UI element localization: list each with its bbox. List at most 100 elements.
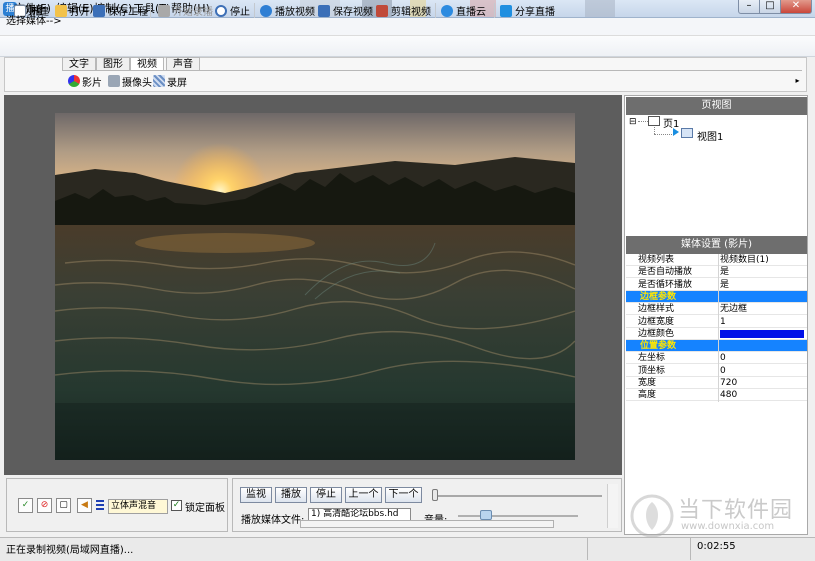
property-row[interactable]: 顶坐标 0	[626, 365, 807, 377]
property-key: 视频列表	[638, 255, 675, 265]
property-key: 顶坐标	[638, 365, 666, 376]
vertical-scrollbar[interactable]	[607, 484, 618, 528]
toolbar-separator	[435, 3, 436, 18]
property-value: 是	[720, 267, 730, 278]
tree-expander[interactable]: ⊟	[629, 117, 637, 127]
edit-video-button[interactable]: 剪辑视频	[376, 3, 431, 18]
tab-strip-divider	[62, 70, 802, 71]
property-key: 是否循环播放	[638, 279, 693, 290]
menu-bar	[0, 18, 815, 36]
camera-icon	[108, 75, 120, 87]
view-icon	[681, 128, 693, 138]
share-icon	[500, 4, 512, 17]
green-tool-icon[interactable]: ✓	[18, 498, 33, 513]
property-key: 宽度	[638, 378, 657, 388]
share-live-button[interactable]: 分享直播	[500, 3, 555, 18]
toolbar	[0, 36, 815, 57]
screen-record-button[interactable]: 录屏	[153, 74, 187, 89]
live-cloud-button[interactable]: 直播云	[441, 3, 486, 18]
property-section: 边框参数	[626, 290, 807, 303]
lock-panel-checkbox[interactable]: ✓	[171, 500, 182, 511]
blank-page-icon[interactable]: ▢	[56, 498, 71, 513]
camera-button[interactable]: 摄像头	[108, 74, 152, 89]
toolbar-separator	[150, 3, 151, 18]
movie-button[interactable]: 影片	[68, 74, 102, 89]
property-column-divider	[718, 254, 719, 402]
close-button[interactable]: ✕	[780, 0, 812, 14]
media-scroll-arrow[interactable]: ▸	[793, 73, 802, 89]
minimize-button[interactable]: –	[738, 0, 760, 14]
save-video-button[interactable]: 保存视频	[318, 3, 373, 18]
progress-slider-thumb[interactable]	[432, 489, 438, 501]
watermark-url: www.downxia.com	[681, 521, 775, 532]
tree-connector	[654, 134, 672, 135]
select-media-label: 选择媒体-->	[6, 16, 62, 27]
save-icon	[318, 4, 330, 17]
property-value: 720	[720, 378, 738, 388]
property-key: 边框宽度	[638, 316, 675, 327]
property-row[interactable]: 是否循环播放 是	[626, 279, 807, 291]
sunset-lake-video-frame	[55, 113, 575, 460]
status-time: 0:02:55	[697, 541, 736, 552]
red-stop-icon[interactable]: ⊘	[37, 498, 52, 513]
property-key: 边框颜色	[638, 328, 675, 339]
stop-playback-button[interactable]: 停止	[310, 487, 342, 503]
maximize-button[interactable]: □	[759, 0, 781, 14]
property-value: 480	[720, 390, 738, 401]
border-color-swatch[interactable]	[720, 329, 804, 338]
horizontal-scrollbar[interactable]	[300, 520, 554, 528]
property-value: 无边框	[720, 304, 748, 315]
stop-icon	[215, 4, 227, 17]
property-value: 是	[720, 279, 730, 290]
equalizer-icon	[96, 500, 104, 512]
movie-icon	[68, 75, 80, 87]
save-icon	[93, 4, 105, 17]
property-key: 是否自动播放	[638, 267, 693, 278]
property-row[interactable]: 边框样式 无边框	[626, 303, 807, 316]
lock-panel-label: 锁定面板	[185, 503, 225, 514]
property-key: 边框样式	[638, 304, 675, 315]
page-icon	[648, 116, 660, 126]
toolbar-separator	[494, 3, 495, 18]
tab-video[interactable]: 视频	[130, 57, 164, 70]
property-row[interactable]: 宽度 720	[626, 377, 807, 389]
tab-text[interactable]: 文字	[62, 57, 96, 70]
property-row[interactable]: 左坐标 0	[626, 352, 807, 365]
property-row[interactable]: 边框颜色	[626, 328, 807, 340]
monitor-button[interactable]: 监视	[240, 487, 272, 503]
video-preview[interactable]	[55, 113, 575, 460]
page-view-header: 页视图	[626, 97, 807, 115]
property-row[interactable]: 边框宽度 1	[626, 316, 807, 328]
speaker-icon[interactable]: ◀	[77, 498, 92, 513]
tree-view-node[interactable]: 视图1	[697, 128, 723, 143]
volume-slider-thumb[interactable]	[479, 510, 492, 520]
property-row[interactable]: 视频列表 视频数目(1)	[626, 254, 807, 266]
play-video-button[interactable]: 播放视频	[260, 3, 315, 18]
property-row[interactable]: 高度 480	[626, 389, 807, 402]
watermark-brand: 当下软件园	[678, 498, 794, 523]
volume-track[interactable]	[458, 515, 578, 517]
property-value: 视频数目(1)	[720, 255, 769, 265]
status-text: 正在录制视频(局域网直播)...	[6, 545, 134, 556]
audio-mixer-select[interactable]: 立体声混音	[108, 499, 168, 514]
start-record-button[interactable]: 开始录播	[158, 3, 213, 18]
property-row[interactable]: 是否自动播放 是	[626, 266, 807, 279]
save-project-button[interactable]: 保存工程	[93, 3, 148, 18]
progress-track[interactable]	[432, 495, 602, 497]
cloud-icon	[441, 4, 453, 17]
screen-record-icon	[153, 75, 165, 87]
selected-arrow-icon	[673, 128, 679, 136]
status-divider	[587, 538, 588, 560]
property-value: 0	[720, 353, 726, 364]
property-value: 0	[720, 365, 726, 376]
tab-shape[interactable]: 图形	[96, 57, 130, 70]
tree-connector	[654, 127, 655, 134]
status-divider	[690, 538, 691, 560]
next-button[interactable]: 下一个	[385, 487, 422, 503]
property-section: 位置参数	[626, 340, 807, 353]
stop-button[interactable]: 停止	[215, 3, 250, 18]
tab-audio[interactable]: 声音	[166, 57, 200, 70]
play-button[interactable]: 播放	[275, 487, 307, 503]
blurred-taskbar-fragment	[585, 0, 615, 17]
previous-button[interactable]: 上一个	[345, 487, 382, 503]
